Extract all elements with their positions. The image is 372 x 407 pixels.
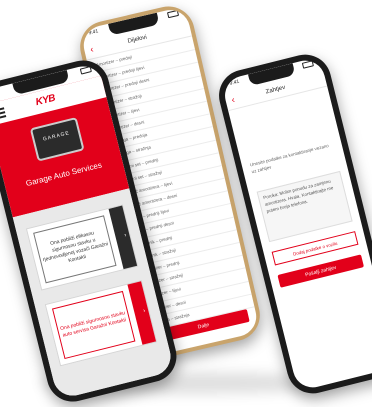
chevron-right-icon: › xyxy=(123,232,128,239)
kyb-logo: KYB xyxy=(34,92,57,109)
phone-screen: 9:41 ‹ Zahtjev Unesite podatke za kontak… xyxy=(220,56,372,392)
page-title: Zahtjev xyxy=(265,84,286,96)
card-text: Ona pobliži efikasnu sigurnosnu stavku u… xyxy=(33,215,117,284)
hero-title: Garage Auto Services xyxy=(24,160,103,189)
back-icon[interactable]: ‹ xyxy=(230,94,235,104)
info-card[interactable]: Ona pobliži sigurnosnu stavku auto servi… xyxy=(44,280,158,367)
back-icon[interactable]: ‹ xyxy=(89,44,94,54)
card-text: Ona pobliži sigurnosnu stavku auto servi… xyxy=(51,290,136,360)
garage-badge: GARAGE xyxy=(29,117,85,162)
battery-icon xyxy=(166,9,180,19)
message-field[interactable]: Poruka: Molim ponudu za zamjenu amortize… xyxy=(256,170,353,243)
battery-icon xyxy=(79,66,92,75)
chevron-right-icon: › xyxy=(142,308,147,315)
info-card[interactable]: Ona pobliži efikasnu sigurnosnu stavku u… xyxy=(25,204,139,291)
menu-icon[interactable] xyxy=(0,107,7,121)
page-title: Dijelovi xyxy=(127,34,148,45)
battery-icon xyxy=(301,60,314,69)
intro-text: Unesite podatke za kontaktiranje vezano … xyxy=(249,142,330,175)
badge-label: GARAGE xyxy=(42,130,71,143)
